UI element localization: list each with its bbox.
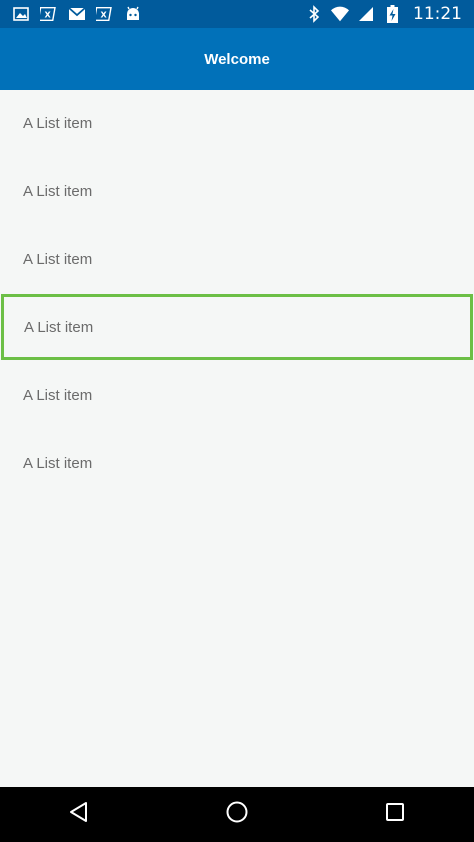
recents-button[interactable] bbox=[365, 787, 425, 842]
home-button[interactable] bbox=[207, 787, 267, 842]
android-icon bbox=[124, 5, 142, 23]
bluetooth-icon bbox=[305, 5, 323, 23]
back-button[interactable] bbox=[49, 787, 109, 842]
xamarin-icon: X bbox=[96, 5, 114, 23]
list-item-selected[interactable]: A List item bbox=[1, 294, 473, 360]
cell-signal-icon bbox=[357, 5, 375, 23]
home-icon bbox=[225, 800, 249, 829]
status-bar: X X 11:21 bbox=[0, 0, 474, 28]
list-item-label: A List item bbox=[24, 318, 94, 336]
system-icons: 11:21 bbox=[305, 4, 462, 24]
list-item[interactable]: A List item bbox=[0, 226, 474, 292]
back-icon bbox=[68, 801, 90, 828]
recents-icon bbox=[385, 802, 405, 827]
list-view[interactable]: A List item A List item A List item A Li… bbox=[0, 90, 474, 787]
notification-icons: X X bbox=[12, 5, 142, 23]
list-item-label: A List item bbox=[23, 182, 93, 200]
list-item[interactable]: A List item bbox=[0, 90, 474, 156]
list-item[interactable]: A List item bbox=[0, 430, 474, 496]
wifi-icon bbox=[331, 5, 349, 23]
gmail-icon bbox=[68, 5, 86, 23]
list-item-label: A List item bbox=[23, 250, 93, 268]
xamarin-icon: X bbox=[40, 5, 58, 23]
navigation-bar bbox=[0, 787, 474, 842]
battery-charging-icon bbox=[383, 5, 401, 23]
list-item-label: A List item bbox=[23, 386, 93, 404]
clock: 11:21 bbox=[413, 4, 462, 24]
svg-text:X: X bbox=[101, 10, 108, 20]
app-bar: Welcome bbox=[0, 28, 474, 90]
page-title: Welcome bbox=[204, 50, 270, 68]
list-item[interactable]: A List item bbox=[0, 362, 474, 428]
image-icon bbox=[12, 5, 30, 23]
svg-text:X: X bbox=[45, 10, 52, 20]
list-item-label: A List item bbox=[23, 114, 93, 132]
list-item-label: A List item bbox=[23, 454, 93, 472]
list-item[interactable]: A List item bbox=[0, 158, 474, 224]
